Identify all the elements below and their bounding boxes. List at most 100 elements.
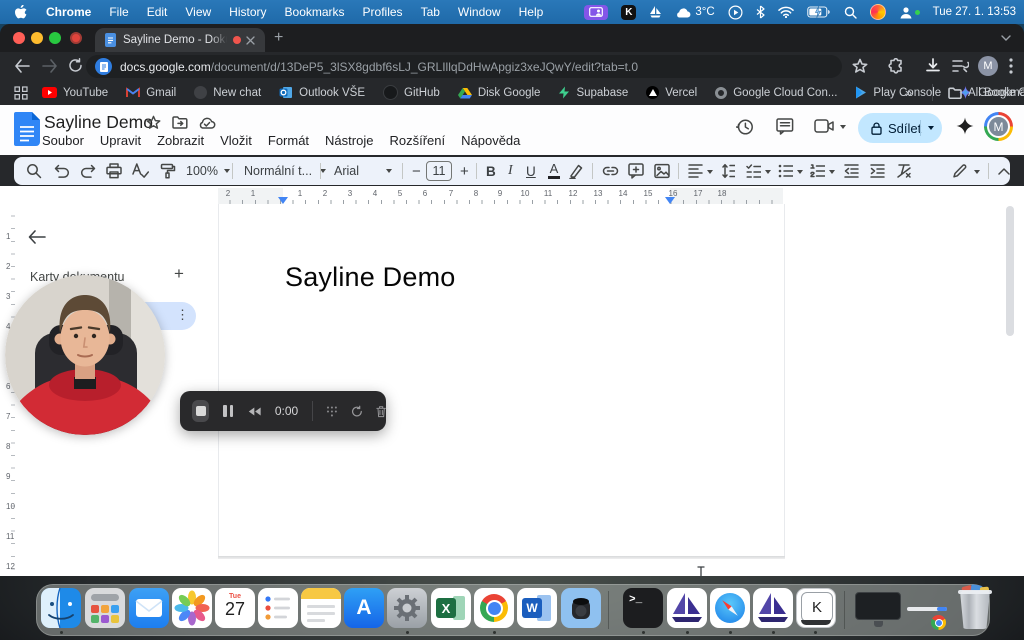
bookmarks-overflow-chevron[interactable]: »	[905, 85, 912, 100]
bookmark-google-cloud[interactable]: Google Cloud Con...	[715, 87, 837, 99]
wifi-icon[interactable]	[778, 6, 794, 18]
decrease-font-size-button[interactable]: −	[412, 157, 421, 185]
meet-camera-icon[interactable]	[814, 119, 834, 133]
checklist-caret[interactable]	[765, 170, 771, 174]
menu-edit[interactable]: Edit	[138, 5, 177, 19]
undo-icon[interactable]	[54, 164, 70, 178]
menu-tab[interactable]: Tab	[412, 5, 449, 19]
k-keyboard-app-icon[interactable]: K	[796, 588, 836, 628]
minimized-window-thumbnail[interactable]	[855, 591, 951, 631]
numbered-list-icon[interactable]	[810, 164, 825, 178]
menu-rozsireni[interactable]: Rozšíření	[389, 133, 445, 148]
tab-close-icon[interactable]	[246, 36, 255, 45]
restart-recording-icon[interactable]	[351, 404, 363, 419]
cloud-save-status-icon[interactable]	[198, 117, 216, 129]
add-comment-icon[interactable]	[628, 163, 644, 179]
trash-icon[interactable]	[957, 587, 993, 631]
close-window-button[interactable]	[13, 32, 25, 44]
star-document-icon[interactable]	[146, 115, 161, 130]
chrome-app-icon[interactable]	[474, 588, 514, 628]
add-tab-button[interactable]: +	[174, 264, 184, 284]
sailboat-app-icon-2[interactable]	[753, 588, 793, 628]
align-caret[interactable]	[707, 170, 713, 174]
address-bar[interactable]: docs.google.com/document/d/13DeP5_3lSX8g…	[86, 55, 842, 78]
menu-soubor[interactable]: Soubor	[42, 133, 84, 148]
sailboat-menu-icon[interactable]	[649, 5, 662, 19]
menu-nastroje[interactable]: Nástroje	[325, 133, 373, 148]
tab-options-kebab[interactable]: ⋮	[176, 307, 189, 323]
now-playing-icon[interactable]	[728, 5, 743, 20]
menu-profiles[interactable]: Profiles	[354, 5, 412, 19]
font-size-input[interactable]: 11	[426, 161, 452, 181]
text-color-button[interactable]: A	[548, 157, 560, 185]
italic-button[interactable]: I	[508, 157, 513, 185]
forward-icon[interactable]	[42, 59, 58, 73]
bookmark-gmail[interactable]: Gmail	[126, 87, 176, 99]
menu-app-name[interactable]: Chrome	[37, 5, 100, 19]
left-indent-marker[interactable]	[278, 197, 288, 204]
highlight-color-icon[interactable]	[568, 163, 584, 179]
bluetooth-icon[interactable]	[756, 5, 765, 19]
menu-history[interactable]: History	[220, 5, 275, 19]
right-indent-marker[interactable]	[665, 197, 675, 204]
bold-button[interactable]: B	[486, 157, 496, 185]
k-utility-menu-icon[interactable]: K	[621, 5, 636, 20]
mail-app-icon[interactable]	[129, 588, 169, 628]
share-button[interactable]: Sdílet	[858, 113, 942, 143]
minimize-window-button[interactable]	[31, 32, 43, 44]
menu-help[interactable]: Help	[510, 5, 553, 19]
finder-app-icon[interactable]	[41, 588, 81, 628]
horizontal-ruler[interactable]: 21123456789101112131415161718	[218, 188, 783, 205]
menu-view[interactable]: View	[176, 5, 220, 19]
rewind-icon[interactable]	[248, 406, 261, 417]
draw-tools-icon[interactable]	[326, 404, 338, 419]
speaker-device-app-icon[interactable]	[561, 588, 601, 628]
photos-app-icon[interactable]	[172, 588, 212, 628]
system-settings-app-icon[interactable]	[387, 588, 427, 628]
excel-app-icon[interactable]: X	[431, 588, 471, 628]
menu-bookmarks[interactable]: Bookmarks	[276, 5, 354, 19]
google-docs-logo[interactable]	[14, 112, 40, 146]
bookmark-youtube[interactable]: YouTube	[42, 87, 108, 99]
reload-icon[interactable]	[68, 58, 83, 73]
terminal-app-icon[interactable]: >_	[623, 588, 663, 628]
all-bookmarks-button[interactable]: All Bookmarks	[948, 87, 1024, 99]
color-wheel-menu-icon[interactable]	[870, 4, 886, 20]
redo-icon[interactable]	[80, 164, 96, 178]
bookmark-play-console[interactable]: Play Console	[855, 86, 941, 99]
move-to-folder-icon[interactable]	[172, 116, 188, 129]
increase-font-size-button[interactable]: +	[460, 157, 469, 185]
menu-window[interactable]: Window	[449, 5, 510, 19]
gemini-sparkle-icon[interactable]	[956, 117, 974, 135]
print-icon[interactable]	[106, 163, 122, 179]
new-tab-button[interactable]: +	[274, 28, 283, 48]
browser-menu-kebab-icon[interactable]	[1009, 57, 1013, 75]
bulleted-list-icon[interactable]	[778, 164, 793, 178]
hide-menus-chevron-icon[interactable]	[998, 167, 1010, 175]
active-tab[interactable]: Sayline Demo - Dokumen	[95, 28, 265, 52]
zoom-window-button[interactable]	[49, 32, 61, 44]
bookmark-outlook[interactable]: Outlook VŠE	[279, 86, 365, 99]
sailboat-app-icon[interactable]	[667, 588, 707, 628]
comments-icon[interactable]	[776, 118, 794, 135]
editing-mode-caret[interactable]	[974, 170, 980, 174]
stop-recording-button[interactable]	[192, 400, 209, 422]
screen-sharing-indicator-icon[interactable]	[584, 5, 608, 20]
menus-search-icon[interactable]	[26, 163, 42, 179]
notes-app-icon[interactable]	[301, 588, 341, 628]
spotlight-search-icon[interactable]	[844, 6, 857, 19]
safari-app-icon[interactable]	[710, 588, 750, 628]
paint-format-icon[interactable]	[160, 163, 176, 179]
menu-file[interactable]: File	[100, 5, 137, 19]
menu-format[interactable]: Formát	[268, 133, 309, 148]
browser-profile-avatar[interactable]: M	[978, 56, 998, 76]
calendar-app-icon[interactable]: Tue 27	[215, 588, 255, 628]
decrease-indent-icon[interactable]	[844, 164, 859, 178]
collapse-panel-back-icon[interactable]	[28, 230, 46, 244]
document-page[interactable]: Sayline Demo	[218, 204, 785, 556]
apps-grid-icon[interactable]	[14, 86, 28, 100]
reminders-app-icon[interactable]	[258, 588, 298, 628]
menu-napoveda[interactable]: Nápověda	[461, 133, 520, 148]
document-title[interactable]: Sayline Demo	[44, 112, 153, 133]
reading-list-icon[interactable]	[952, 59, 969, 73]
